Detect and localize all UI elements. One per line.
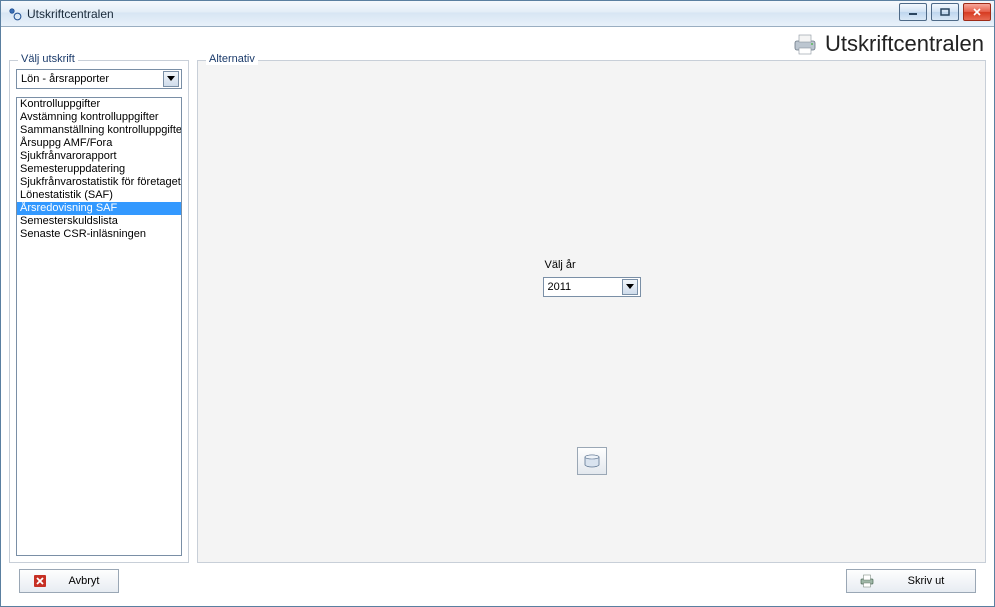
center-action-button[interactable] [577, 447, 607, 475]
app-icon [7, 6, 23, 22]
year-section: Välj år 2011 [543, 259, 641, 297]
list-item[interactable]: Senaste CSR-inläsningen [17, 228, 181, 241]
list-item[interactable]: Semesterskuldslista [17, 215, 181, 228]
list-item[interactable]: Årsuppg AMF/Fora [17, 137, 181, 150]
year-value: 2011 [548, 281, 622, 293]
printer-icon [859, 573, 875, 589]
select-print-group: Välj utskrift Lön - årsrapporter Kontrol… [9, 60, 189, 563]
content: Välj utskrift Lön - årsrapporter Kontrol… [1, 60, 994, 563]
list-item[interactable]: Kontrolluppgifter [17, 98, 181, 111]
list-item[interactable]: Sjukfrånvarostatistik för företaget [17, 176, 181, 189]
select-print-legend: Välj utskrift [18, 53, 78, 65]
report-category-dropdown[interactable]: Lön - årsrapporter [16, 69, 182, 89]
list-item[interactable]: Sammanställning kontrolluppgifter [17, 124, 181, 137]
print-label: Skriv ut [889, 575, 963, 587]
banner: Utskriftcentralen [1, 27, 994, 60]
left-panel: Välj utskrift Lön - årsrapporter Kontrol… [9, 60, 189, 563]
right-panel: Alternativ Välj år 2011 [197, 60, 986, 563]
list-item[interactable]: Semesteruppdatering [17, 163, 181, 176]
list-item[interactable]: Avstämning kontrolluppgifter [17, 111, 181, 124]
chevron-down-icon [622, 279, 638, 295]
list-item[interactable]: Lönestatistik (SAF) [17, 189, 181, 202]
bottombar: Avbryt Skriv ut [1, 563, 994, 599]
printer-icon [791, 32, 819, 56]
report-listbox[interactable]: KontrolluppgifterAvstämning kontrolluppg… [16, 97, 182, 556]
list-item[interactable]: Sjukfrånvarorapport [17, 150, 181, 163]
window-controls [899, 3, 991, 21]
banner-title: Utskriftcentralen [825, 31, 984, 57]
year-label: Välj år [545, 259, 641, 271]
minimize-button[interactable] [899, 3, 927, 21]
alternatives-group: Alternativ Välj år 2011 [197, 60, 986, 563]
cancel-button[interactable]: Avbryt [19, 569, 119, 593]
year-dropdown[interactable]: 2011 [543, 277, 641, 297]
chevron-down-icon [163, 71, 179, 87]
cancel-icon [32, 573, 48, 589]
maximize-button[interactable] [931, 3, 959, 21]
cancel-label: Avbryt [62, 575, 106, 587]
close-button[interactable] [963, 3, 991, 21]
alternatives-legend: Alternativ [206, 53, 258, 65]
window-title: Utskriftcentralen [27, 7, 114, 21]
titlebar: Utskriftcentralen [1, 1, 994, 27]
print-button[interactable]: Skriv ut [846, 569, 976, 593]
list-item[interactable]: Årsredovisning SAF [17, 202, 181, 215]
report-category-value: Lön - årsrapporter [21, 73, 163, 85]
document-icon [583, 454, 601, 468]
